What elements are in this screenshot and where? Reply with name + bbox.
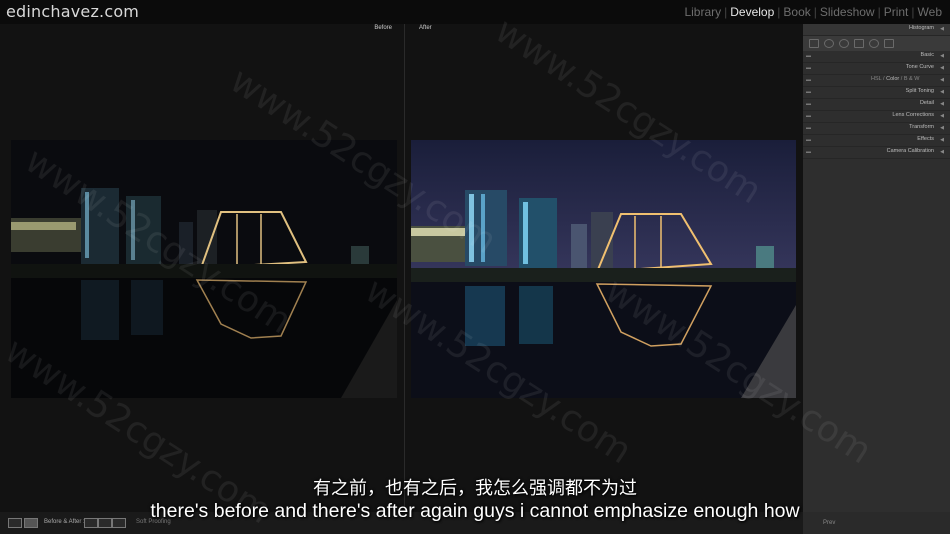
expand-icon: ◀ (940, 113, 944, 119)
section-tone-curve[interactable]: ▬ Tone Curve ◀ (803, 63, 950, 75)
expand-icon: ◀ (940, 137, 944, 143)
red-eye-icon[interactable] (839, 39, 849, 48)
tool-strip (803, 36, 950, 51)
expand-icon: ◀ (940, 53, 944, 59)
after-photo[interactable] (411, 140, 796, 398)
collapse-icon: ◀ (940, 26, 944, 32)
radial-filter-icon[interactable] (869, 39, 879, 48)
section-effects[interactable]: ▬ Effects ◀ (803, 135, 950, 147)
section-detail[interactable]: ▬ Detail ◀ (803, 99, 950, 111)
subtitle-chinese: 有之前，也有之后，我怎么强调都不为过 (313, 478, 637, 499)
module-print[interactable]: Print (882, 5, 911, 19)
module-slideshow[interactable]: Slideshow (818, 5, 877, 19)
after-label: After (419, 25, 432, 31)
expand-icon: ◀ (940, 125, 944, 131)
section-lens-corrections[interactable]: ▬ Lens Corrections ◀ (803, 111, 950, 123)
module-library[interactable]: Library (682, 5, 723, 19)
bw-tab[interactable]: B & W (904, 76, 920, 82)
brush-icon[interactable] (884, 39, 894, 48)
section-split-toning[interactable]: ▬ Split Toning ◀ (803, 87, 950, 99)
module-develop[interactable]: Develop (728, 5, 776, 19)
histogram-header[interactable]: Histogram ◀ (803, 24, 950, 36)
section-basic[interactable]: ▬ Basic ◀ (803, 51, 950, 63)
module-book[interactable]: Book (781, 5, 812, 19)
expand-icon: ◀ (940, 149, 944, 155)
crop-icon[interactable] (809, 39, 819, 48)
section-camera-calibration[interactable]: ▬ Camera Calibration ◀ (803, 147, 950, 159)
subtitle-english: there's before and there's after again g… (150, 500, 800, 522)
expand-icon: ◀ (940, 65, 944, 71)
before-label: Before (374, 25, 392, 31)
section-hsl-color-bw[interactable]: ▬ HSL / Color / B & W ◀ (803, 75, 950, 87)
spot-removal-icon[interactable] (824, 39, 834, 48)
expand-icon: ◀ (940, 101, 944, 107)
image-view: Before After (0, 24, 803, 512)
module-picker: Library | Develop | Book | Slideshow | P… (682, 5, 944, 19)
before-pane: Before (4, 24, 405, 512)
expand-icon: ◀ (940, 77, 944, 83)
expand-icon: ◀ (940, 89, 944, 95)
develop-panel: Histogram ◀ ▬ Basic ◀ ▬ Tone Curve ◀ ▬ H… (803, 24, 950, 534)
color-tab[interactable]: Color (886, 76, 899, 82)
hsl-tab[interactable]: HSL (871, 76, 882, 82)
brand-logo: edinchavez.com (6, 2, 140, 21)
after-pane: After (405, 24, 801, 512)
module-web[interactable]: Web (916, 5, 944, 19)
graduated-filter-icon[interactable] (854, 39, 864, 48)
section-transform[interactable]: ▬ Transform ◀ (803, 123, 950, 135)
top-bar: edinchavez.com Library | Develop | Book … (0, 0, 950, 24)
before-photo[interactable] (11, 140, 397, 398)
